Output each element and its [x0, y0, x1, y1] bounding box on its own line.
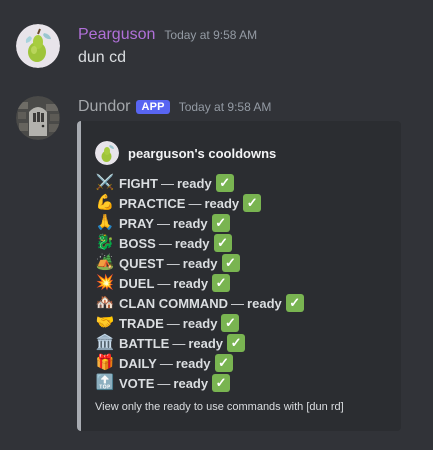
cooldown-separator: — — [172, 335, 186, 351]
message-content: Pearguson Today at 9:58 AM dun cd — [78, 24, 425, 67]
cooldown-status: ready — [182, 315, 218, 331]
cooldown-separator: — — [157, 275, 171, 291]
crossed-swords-icon: ⚔️ — [95, 174, 115, 191]
cooldown-name: VOTE — [119, 375, 155, 391]
camping-icon: 🏕️ — [95, 254, 115, 271]
cooldown-row: 🎁 DAILY — ready ✓ — [95, 353, 304, 373]
cooldown-separator: — — [188, 195, 202, 211]
cooldown-row: 🏕️ QUEST — ready ✓ — [95, 253, 304, 273]
cooldowns-embed: pearguson's cooldowns ⚔️ FIGHT — ready ✓ 💪 PRA… — [77, 121, 401, 431]
cooldown-status: ready — [177, 175, 212, 191]
embed-author-name: pearguson's cooldowns — [128, 145, 277, 161]
cooldown-row: 💪 PRACTICE — ready ✓ — [95, 193, 304, 213]
white-check-mark-icon: ✓ — [212, 374, 231, 392]
cooldown-name: BOSS — [119, 235, 156, 251]
chat-window: Pearguson Today at 9:58 AM dun cd Dundor… — [0, 0, 433, 450]
cooldown-separator: — — [166, 315, 180, 331]
white-check-mark-icon: ✓ — [212, 274, 231, 292]
cooldown-separator: — — [231, 295, 245, 311]
cooldown-row: 🤝 TRADE — ready ✓ — [95, 313, 304, 333]
cooldown-name: QUEST — [119, 255, 164, 271]
message-text: dun cd — [78, 49, 127, 66]
white-check-mark-icon: ✓ — [221, 314, 240, 332]
white-check-mark-icon: ✓ — [211, 214, 230, 232]
cooldown-status: ready — [175, 355, 211, 371]
top-arrow-icon: 🔝 — [95, 374, 115, 391]
cooldown-row: 🐉 BOSS — ready ✓ — [95, 233, 304, 253]
cooldown-name: PRAY — [119, 215, 154, 231]
cooldown-separator: — — [156, 215, 170, 231]
white-check-mark-icon: ✓ — [285, 294, 304, 312]
cooldown-row: 🙏 PRAY — ready ✓ — [95, 213, 304, 233]
pear-icon — [95, 141, 119, 165]
cooldown-row: ⚔️ FIGHT — ready ✓ — [95, 173, 304, 193]
app-badge: APP — [136, 100, 170, 114]
cooldown-row: 🏛️ BATTLE — ready ✓ — [95, 333, 304, 353]
cooldown-list: ⚔️ FIGHT — ready ✓ 💪 PRACTICE — ready ✓ 🙏 PRAY — read… — [95, 173, 304, 393]
flexed-arm-icon: 💪 — [95, 194, 115, 211]
cooldown-status: ready — [204, 195, 240, 211]
collision-icon: 💥 — [95, 274, 115, 291]
embed-footer: View only the ready to use commands with… — [95, 401, 344, 413]
white-check-mark-icon: ✓ — [214, 354, 233, 372]
cooldown-row: 💥 DUEL — ready ✓ — [95, 273, 304, 293]
cooldown-separator: — — [159, 355, 173, 371]
cooldown-separator: — — [158, 235, 172, 251]
author-name[interactable]: Dundor — [78, 98, 130, 116]
cooldown-status: ready — [188, 335, 224, 351]
white-check-mark-icon: ✓ — [227, 334, 246, 352]
cooldown-status: ready — [173, 275, 209, 291]
timestamp: Today at 9:58 AM — [178, 100, 272, 114]
embed-author: pearguson's cooldowns — [95, 141, 276, 165]
cooldown-name: BATTLE — [119, 335, 170, 351]
cooldown-status: ready — [247, 295, 282, 311]
cooldown-name: DAILY — [119, 355, 157, 371]
avatar-dundor[interactable] — [16, 96, 60, 140]
cooldown-name: TRADE — [119, 315, 164, 331]
white-check-mark-icon: ✓ — [221, 254, 240, 272]
timestamp: Today at 9:58 AM — [164, 28, 258, 42]
cooldown-name: DUEL — [119, 275, 155, 291]
white-check-mark-icon: ✓ — [215, 174, 234, 192]
message-header: Pearguson Today at 9:58 AM — [78, 24, 425, 46]
author-name[interactable]: Pearguson — [78, 26, 155, 44]
pear-icon — [16, 24, 60, 68]
cooldown-name: FIGHT — [119, 175, 158, 191]
message-content: Dundor APP Today at 9:58 AM pearguson's … — [77, 96, 425, 431]
cooldown-name: PRACTICE — [119, 195, 186, 211]
stone-door-icon — [16, 96, 60, 140]
white-check-mark-icon: ✓ — [213, 234, 232, 252]
cooldown-separator: — — [166, 255, 180, 271]
houses-icon: 🏘️ — [95, 294, 115, 311]
avatar-pearguson[interactable] — [16, 24, 60, 68]
white-check-mark-icon: ✓ — [243, 194, 262, 212]
cooldown-status: ready — [173, 375, 209, 391]
cooldown-status: ready — [174, 235, 210, 251]
cooldown-separator: — — [161, 175, 174, 191]
cooldown-status: ready — [172, 215, 208, 231]
praying-hands-icon: 🙏 — [95, 214, 115, 231]
gift-icon: 🎁 — [95, 354, 115, 371]
dragon-icon: 🐉 — [95, 234, 115, 251]
cooldown-row: 🔝 VOTE — ready ✓ — [95, 373, 304, 393]
classical-building-icon: 🏛️ — [95, 334, 115, 351]
handshake-icon: 🤝 — [95, 314, 115, 331]
cooldown-row: 🏘️ CLAN COMMAND — ready ✓ — [95, 293, 304, 313]
cooldown-status: ready — [182, 255, 218, 271]
cooldown-name: CLAN COMMAND — [119, 295, 229, 311]
cooldown-separator: — — [157, 375, 171, 391]
message-header: Dundor APP Today at 9:58 AM — [78, 96, 425, 118]
